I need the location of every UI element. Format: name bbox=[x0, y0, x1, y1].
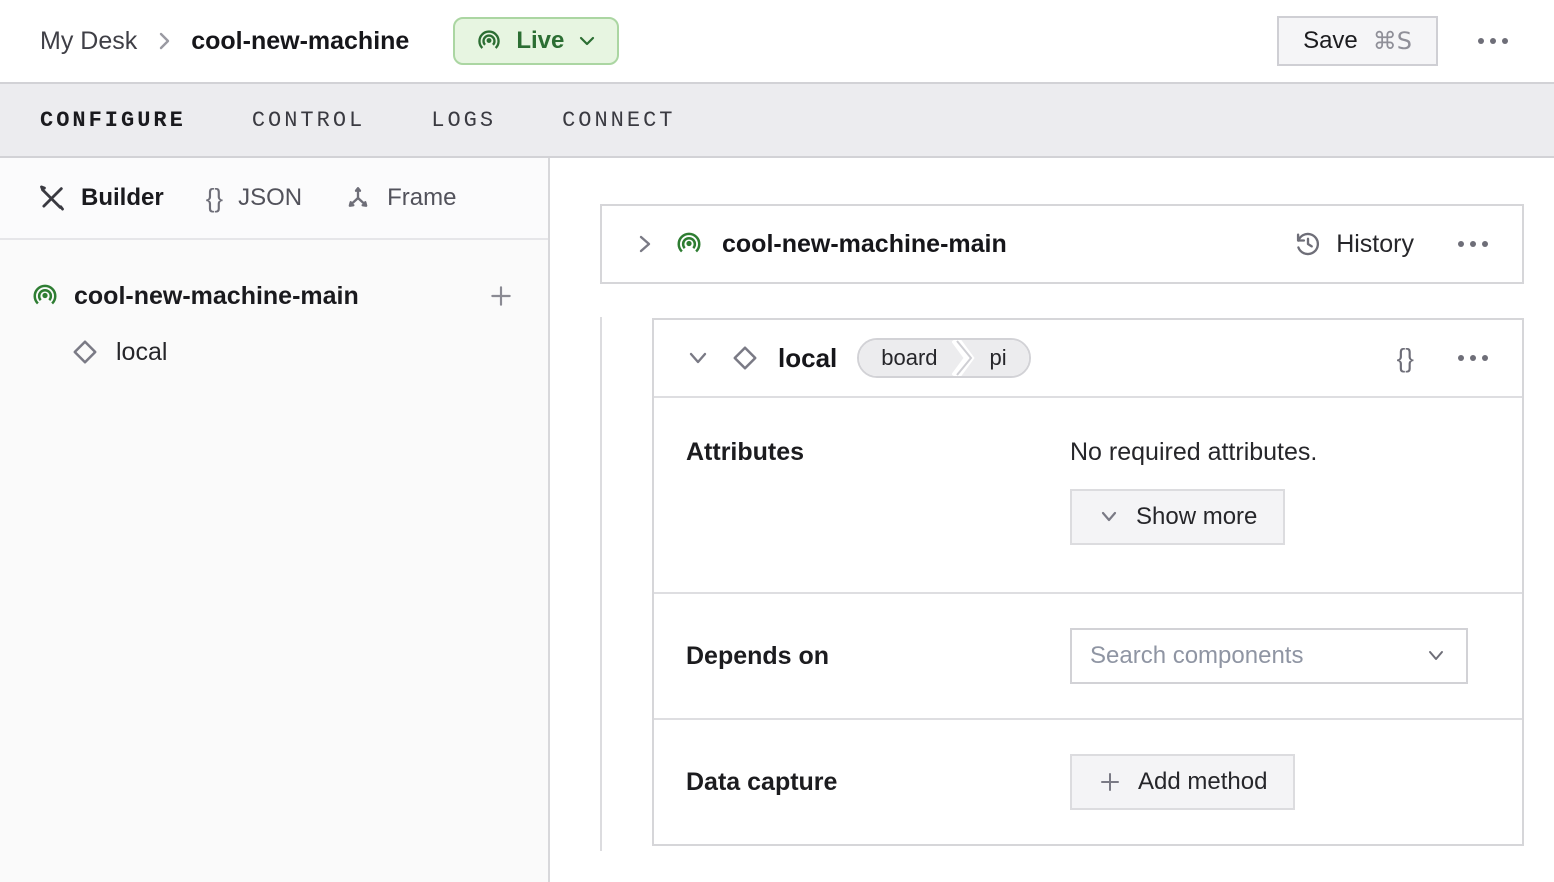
view-json[interactable]: {} JSON bbox=[206, 183, 302, 214]
depends-on-placeholder: Search components bbox=[1090, 642, 1303, 670]
config-sidebar: Builder {} JSON Frame bbox=[0, 158, 550, 882]
tree-local-label: local bbox=[116, 338, 167, 367]
live-badge-label: Live bbox=[516, 27, 564, 55]
component-card-local: local board pi {} bbox=[652, 318, 1524, 846]
header-actions: Save ⌘S bbox=[1277, 16, 1514, 66]
machine-broadcast-icon bbox=[674, 229, 704, 259]
component-type: board bbox=[859, 340, 951, 376]
chevron-down-icon bbox=[577, 31, 597, 51]
show-more-label: Show more bbox=[1136, 503, 1257, 531]
card-connector-line bbox=[600, 317, 602, 851]
live-status-dropdown[interactable]: Live bbox=[453, 17, 619, 65]
component-card-actions: {} bbox=[1397, 343, 1494, 374]
view-toggle: Builder {} JSON Frame bbox=[0, 158, 548, 240]
machine-card-menu-icon[interactable] bbox=[1452, 235, 1494, 253]
edit-json-icon[interactable]: {} bbox=[1397, 343, 1414, 374]
tab-configure[interactable]: CONFIGURE bbox=[40, 108, 186, 133]
data-capture-label: Data capture bbox=[686, 768, 1070, 797]
tree-machine-label: cool-new-machine-main bbox=[74, 282, 359, 311]
show-more-button[interactable]: Show more bbox=[1070, 489, 1285, 545]
machine-tabbar: CONFIGURE CONTROL LOGS CONNECT bbox=[0, 82, 1554, 158]
app-window: My Desk cool-new-machine Live Save bbox=[0, 0, 1554, 882]
data-capture-section: Data capture Add method bbox=[654, 718, 1522, 844]
diamond-icon bbox=[730, 343, 760, 373]
add-method-button[interactable]: Add method bbox=[1070, 754, 1295, 810]
view-json-label: JSON bbox=[238, 184, 302, 212]
tab-control[interactable]: CONTROL bbox=[252, 108, 365, 133]
machine-card-actions: History bbox=[1294, 230, 1494, 259]
depends-on-label: Depends on bbox=[686, 642, 1070, 671]
view-builder-label: Builder bbox=[81, 184, 164, 212]
attributes-content: No required attributes. Show more bbox=[1070, 438, 1317, 592]
chevron-down-icon bbox=[1424, 646, 1448, 666]
breadcrumb-parent-link[interactable]: My Desk bbox=[40, 27, 137, 56]
depends-on-section: Depends on Search components bbox=[654, 592, 1522, 718]
component-model: pi bbox=[978, 340, 1029, 376]
machine-part-title: cool-new-machine-main bbox=[722, 230, 1007, 259]
braces-icon: {} bbox=[206, 183, 223, 214]
config-main-panel: cool-new-machine-main History bbox=[550, 158, 1554, 882]
component-name: local bbox=[778, 343, 837, 374]
chevron-down-icon bbox=[1098, 507, 1120, 527]
attributes-label: Attributes bbox=[686, 438, 1070, 592]
machine-part-card: cool-new-machine-main History bbox=[600, 204, 1524, 284]
chevron-down-icon[interactable] bbox=[682, 343, 714, 373]
chevron-right-icon bbox=[155, 30, 173, 52]
component-tree: cool-new-machine-main local bbox=[0, 240, 548, 380]
tab-logs[interactable]: LOGS bbox=[431, 108, 496, 133]
content-area: Builder {} JSON Frame bbox=[0, 158, 1554, 882]
breadcrumb-current: cool-new-machine bbox=[191, 27, 409, 56]
history-button[interactable]: History bbox=[1294, 230, 1414, 259]
live-broadcast-icon bbox=[475, 27, 503, 55]
plus-icon bbox=[1098, 770, 1122, 794]
view-frame-label: Frame bbox=[387, 184, 456, 212]
breadcrumb: My Desk cool-new-machine bbox=[40, 27, 409, 56]
history-button-label: History bbox=[1336, 230, 1414, 259]
tab-connect[interactable]: CONNECT bbox=[562, 108, 675, 133]
view-frame[interactable]: Frame bbox=[344, 184, 456, 212]
machine-broadcast-icon bbox=[30, 281, 60, 311]
header-overflow-menu-icon[interactable] bbox=[1472, 32, 1514, 50]
frame-icon bbox=[344, 184, 372, 212]
add-component-icon[interactable] bbox=[484, 279, 518, 313]
tools-icon bbox=[38, 184, 66, 212]
history-icon bbox=[1294, 230, 1322, 258]
top-header: My Desk cool-new-machine Live Save bbox=[0, 0, 1554, 82]
pill-chevron-separator-icon bbox=[952, 338, 978, 378]
diamond-icon bbox=[70, 337, 100, 367]
save-button-label: Save bbox=[1303, 27, 1358, 55]
attributes-empty-text: No required attributes. bbox=[1070, 438, 1317, 467]
attributes-section: Attributes No required attributes. Show … bbox=[654, 398, 1522, 592]
depends-on-select[interactable]: Search components bbox=[1070, 628, 1468, 684]
component-type-pill: board pi bbox=[857, 338, 1030, 378]
chevron-right-icon[interactable] bbox=[630, 228, 660, 260]
tree-item-machine[interactable]: cool-new-machine-main bbox=[0, 268, 548, 324]
component-card-header: local board pi {} bbox=[654, 320, 1522, 398]
add-method-label: Add method bbox=[1138, 768, 1267, 796]
save-shortcut-hint: ⌘S bbox=[1373, 27, 1412, 55]
tree-item-local[interactable]: local bbox=[0, 324, 548, 380]
save-button[interactable]: Save ⌘S bbox=[1277, 16, 1438, 66]
view-builder[interactable]: Builder bbox=[38, 184, 164, 212]
component-card-menu-icon[interactable] bbox=[1452, 349, 1494, 367]
